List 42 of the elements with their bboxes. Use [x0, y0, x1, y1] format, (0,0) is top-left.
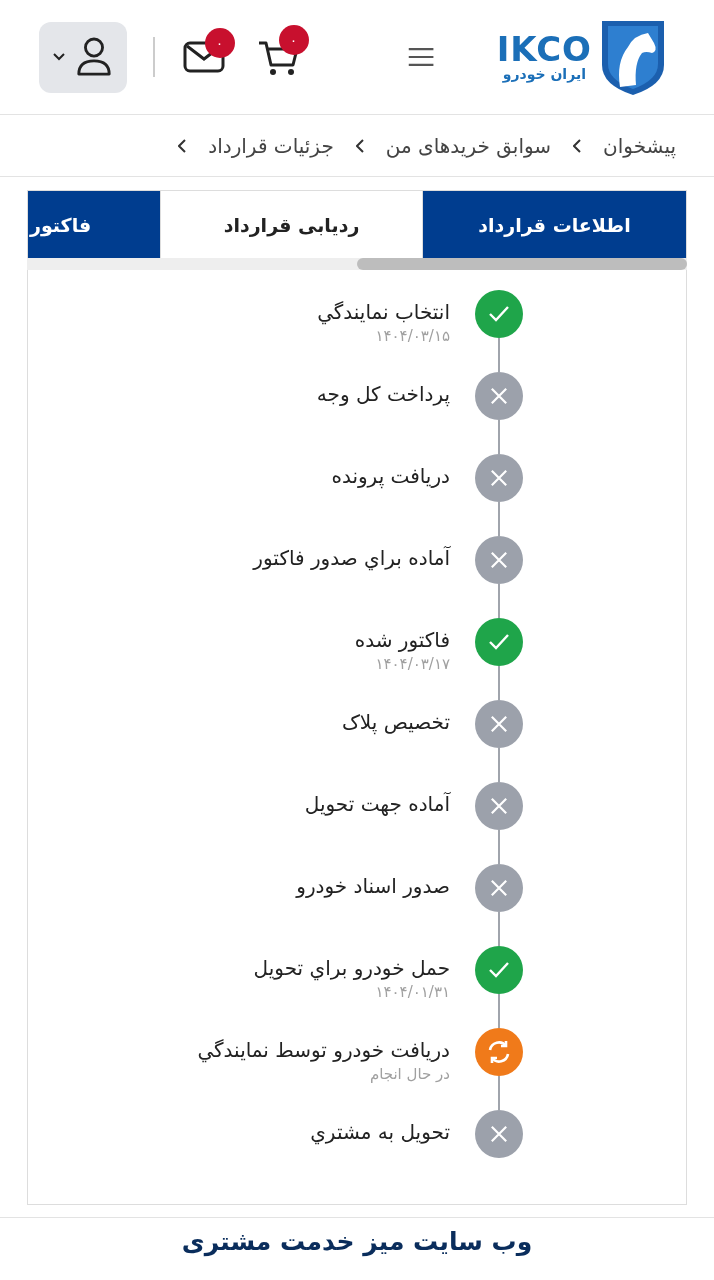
cross-icon [490, 879, 508, 897]
step-note: ۱۴۰۴/۰۱/۳۱ [374, 982, 450, 1002]
step-title: انتخاب نمايندگي [317, 299, 450, 326]
step-title: دریافت پرونده [331, 463, 450, 490]
cross-icon [490, 1125, 508, 1143]
step-title: تخصیص پلاک [341, 709, 450, 736]
cross-icon [490, 715, 508, 733]
footer-heading: وب سایت میز خدمت مشتری [181, 1226, 533, 1258]
step-note: در حال انجام [368, 1064, 450, 1084]
tab[interactable]: فاکتور [28, 191, 160, 258]
breadcrumb-link[interactable]: پیشخوان [603, 133, 676, 158]
chevron-icon [573, 138, 582, 153]
refresh-icon [486, 1039, 512, 1065]
cross-icon [490, 551, 508, 569]
step-title: فاکتور شده [354, 627, 450, 654]
breadcrumb-link[interactable]: سوابق خریدهای من [385, 133, 552, 158]
chevron-icon [178, 138, 187, 153]
step-title: تحويل به مشتري [310, 1119, 450, 1146]
step-title: آماده جهت تحویل [304, 791, 450, 818]
logo-wordmark: IKCO [496, 31, 592, 66]
cross-icon [490, 387, 508, 405]
step-title: دريافت خودرو توسط نمايندگي [197, 1037, 450, 1064]
scrollbar-thumb[interactable] [357, 258, 687, 270]
mail-badge: ۰ [204, 28, 235, 58]
breadcrumb-link[interactable]: جزئیات قرارداد [208, 133, 334, 158]
step-title: صدور اسناد خودرو [296, 873, 450, 900]
tab[interactable]: اطلاعات قرارداد [423, 191, 686, 258]
step-title: حمل خودرو براي تحويل [253, 955, 450, 982]
chevron-icon [355, 138, 364, 153]
step-title: پرداخت کل وجه [316, 381, 450, 408]
step-note: ۱۴۰۴/۰۳/۱۵ [374, 326, 450, 346]
user-menu-button[interactable] [39, 21, 127, 93]
menu-icon[interactable] [406, 45, 435, 69]
cart-badge: ۰ [278, 25, 309, 55]
logo-subtitle: ایران خودرو [502, 65, 586, 83]
cross-icon [490, 797, 508, 815]
step-title: آماده براي صدور فاکتور [253, 545, 450, 572]
cross-icon [490, 469, 508, 487]
tab[interactable]: ردیابی قرارداد [160, 191, 423, 258]
caret-icon [52, 53, 65, 61]
step-note: ۱۴۰۴/۰۳/۱۷ [374, 654, 450, 674]
user-icon [74, 36, 113, 78]
